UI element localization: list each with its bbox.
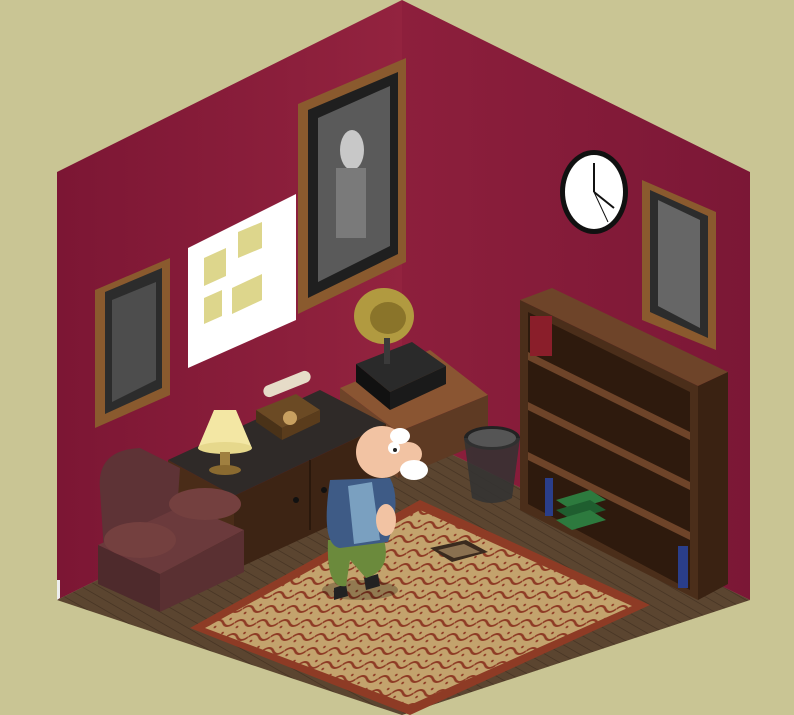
wastebasket[interactable] [464,426,520,503]
red-book [530,316,552,356]
isometric-room [0,0,794,715]
wall-clock[interactable] [560,150,628,234]
game-scene [0,0,794,715]
blue-book [545,478,553,516]
